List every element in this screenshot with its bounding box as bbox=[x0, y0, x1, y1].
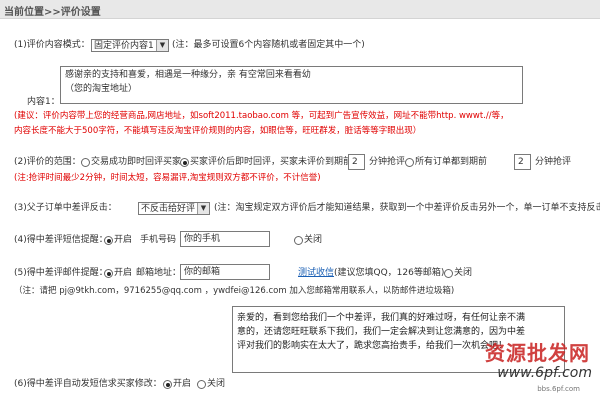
auto-sms-off-radio[interactable] bbox=[197, 380, 206, 389]
test-email-link[interactable]: 测试收信 bbox=[298, 266, 334, 280]
scope-radio-instant[interactable] bbox=[81, 158, 90, 167]
counter-note: (注：淘宝规定双方评价后才能知道结果，获取到一个中差评价反击另外一个，单一订单不… bbox=[214, 203, 600, 213]
phone-input[interactable]: 你的手机 bbox=[180, 231, 270, 247]
content-tip-line-1: (建议：评价内容带上您的经营商品,网店地址，如soft2011.taobao.c… bbox=[14, 111, 509, 121]
content-mode-value: 固定评价内容1 bbox=[94, 41, 154, 51]
content-tip-line-2: 内容长度不能大于500字符，不能填写违反淘宝评价规则的内容，如眼信等，旺旺群发，… bbox=[14, 126, 422, 136]
sms-alert-on-radio[interactable] bbox=[104, 236, 113, 245]
scope-radio-after-buyer[interactable] bbox=[180, 158, 189, 167]
email-alert-label: (5)得中差评邮件提醒： bbox=[14, 268, 108, 278]
content-line-1: 感谢亲的支持和喜爱，相遇是一种缘分，亲 有空常回来看看幼 bbox=[65, 70, 311, 80]
scope-unit-2: 分钟抢评 bbox=[535, 157, 572, 167]
watermark-logo-text: 资源批发网 bbox=[485, 341, 590, 365]
auto-sms-on-radio[interactable] bbox=[163, 380, 172, 389]
scope-label: (2)评价的范围： bbox=[14, 157, 81, 167]
content-mode-select[interactable]: 固定评价内容1 ▼ bbox=[91, 39, 169, 52]
scope-minutes-input-1[interactable]: 2 bbox=[348, 154, 365, 170]
email-alert-on-radio[interactable] bbox=[104, 269, 113, 278]
chevron-down-icon: ▼ bbox=[197, 203, 209, 214]
email-input[interactable]: 你的邮箱 bbox=[180, 264, 270, 280]
sms-alert-label: (4)得中差评短信提醒： bbox=[14, 235, 108, 245]
scope-opt-all-orders-label: 所有订单都到期前 bbox=[415, 157, 488, 167]
email-alert-off-radio[interactable] bbox=[444, 269, 453, 278]
counter-select[interactable]: 不反击给好评 ▼ bbox=[138, 202, 210, 215]
email-alert-on-label: 开启 bbox=[114, 268, 133, 278]
counter-label: (3)父子订单中差评反击： bbox=[14, 203, 117, 213]
scope-opt-instant-label: 交易成功即时回评买家 bbox=[91, 157, 182, 167]
counter-select-value: 不反击给好评 bbox=[141, 204, 196, 214]
content-label: 内容1： bbox=[27, 97, 60, 107]
scope-radio-all-orders[interactable] bbox=[405, 158, 414, 167]
watermark-bbs: bbs.6pf.com bbox=[537, 385, 580, 393]
phone-label: 手机号码 bbox=[140, 235, 177, 245]
content-mode-note: (注：最多可设置6个内容随机或者固定其中一个) bbox=[172, 40, 365, 50]
scope-note: (注:抢评时间最少2分钟，时间太短，容易漏评,淘宝规则双方都不评价，不计信誉) bbox=[14, 173, 321, 183]
scope-minutes-input-2[interactable]: 2 bbox=[514, 154, 531, 170]
email-alert-off-label: 关闭 bbox=[454, 268, 473, 278]
reply-line-1: 亲爱的，看到您给我们一个中差评，我们真的好难过呀，有任何让亲不满 bbox=[237, 313, 526, 323]
breadcrumb-bar: 当前位置>>评价设置 bbox=[0, 0, 600, 19]
scope-unit-1: 分钟抢评 bbox=[369, 157, 406, 167]
content-mode-label: (1)评价内容模式： bbox=[14, 40, 90, 50]
watermark-url: www.6pf.com bbox=[497, 365, 592, 381]
chevron-down-icon: ▼ bbox=[156, 40, 168, 51]
sms-alert-on-label: 开启 bbox=[114, 235, 133, 245]
scope-opt-after-buyer-label: 买家评价后即时回评，买家未评价到期前 bbox=[190, 157, 353, 167]
sms-alert-off-radio[interactable] bbox=[294, 236, 303, 245]
email-label: 邮箱地址： bbox=[136, 268, 182, 278]
email-note: （注：请把 pj@9tkh.com，9716255@qq.com ，ywdfei… bbox=[14, 286, 455, 296]
auto-sms-label: (6)得中差评自动发短信求买家修改： bbox=[14, 379, 162, 389]
sms-alert-off-label: 关闭 bbox=[304, 235, 323, 245]
auto-sms-on-label: 开启 bbox=[173, 379, 192, 389]
breadcrumb: 当前位置>>评价设置 bbox=[4, 7, 101, 18]
content-line-2: （您的淘宝地址） bbox=[65, 84, 138, 94]
email-suggest: (建议您填QQ，126等邮箱) bbox=[334, 268, 445, 278]
auto-sms-off-label: 关闭 bbox=[207, 379, 226, 389]
content-textarea[interactable]: 感谢亲的支持和喜爱，相遇是一种缘分，亲 有空常回来看看幼 （您的淘宝地址） bbox=[60, 66, 523, 104]
